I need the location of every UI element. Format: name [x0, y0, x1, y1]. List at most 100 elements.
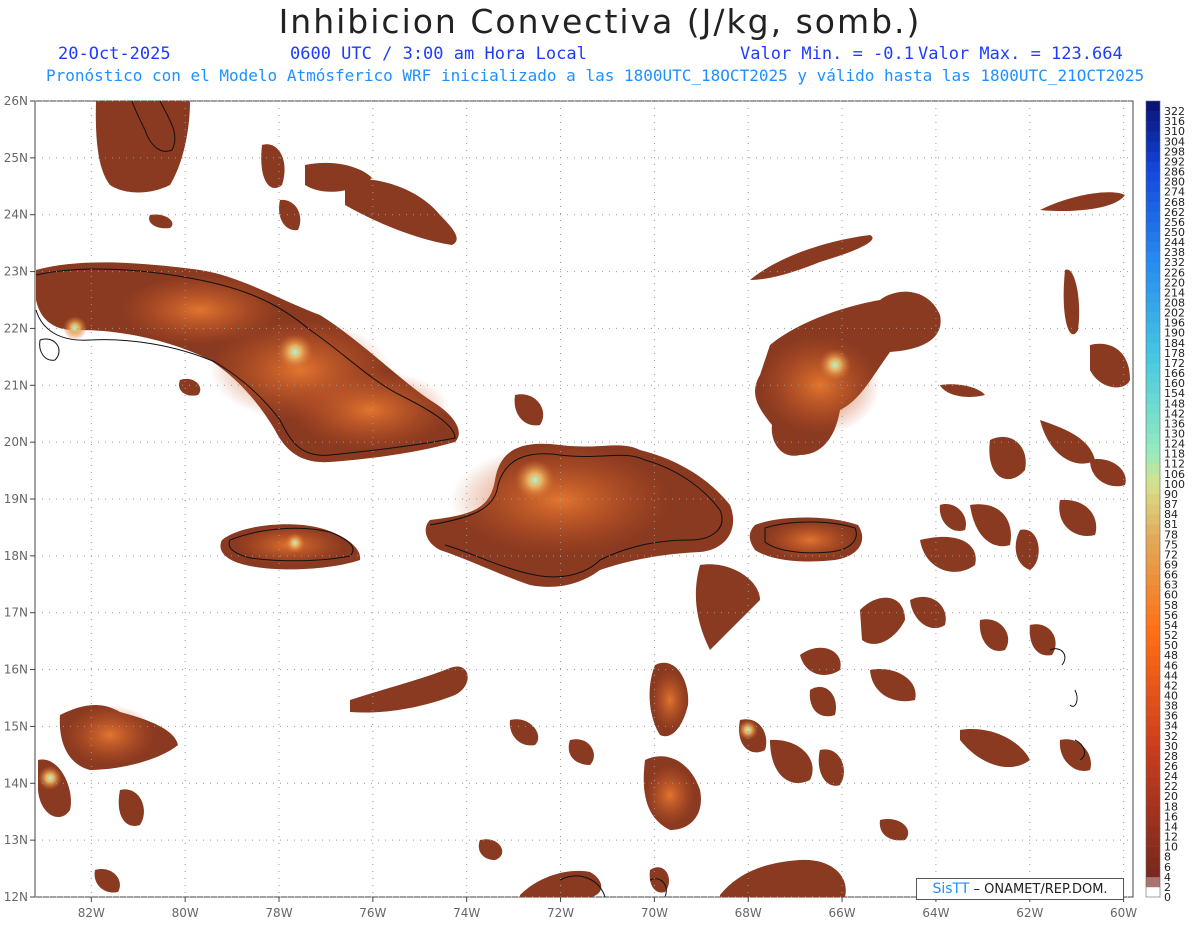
lat-tick-label: 12N [4, 890, 28, 904]
colorbar-swatch [1146, 504, 1160, 515]
colorbar-swatch [1146, 393, 1160, 404]
colorbar-swatch [1146, 675, 1160, 686]
lon-tick-label: 68W [735, 906, 762, 920]
lon-tick-label: 80W [172, 906, 199, 920]
colorbar-swatch [1146, 141, 1160, 152]
colorbar-swatch [1146, 312, 1160, 323]
lat-tick-label: 21N [4, 378, 28, 392]
colorbar-swatch [1146, 262, 1160, 273]
colorbar-swatch [1146, 443, 1160, 454]
colorbar-swatch [1146, 352, 1160, 364]
lon-tick-label: 62W [1016, 906, 1043, 920]
colorbar-swatch [1146, 856, 1160, 868]
colorbar-swatch [1146, 423, 1160, 434]
colorbar-swatch [1146, 413, 1160, 424]
colorbar-swatch [1146, 594, 1160, 606]
lat-tick-label: 19N [4, 492, 28, 506]
credit-box: SisTT – ONAMET/REP.DOM. [916, 878, 1124, 900]
lon-tick-label: 64W [922, 906, 949, 920]
colorbar-swatch [1146, 806, 1160, 817]
lat-tick-label: 14N [4, 776, 28, 790]
colorbar-swatch [1146, 282, 1160, 293]
lon-tick-label: 60W [1110, 906, 1137, 920]
latitude-axis: 12N 13N 14N 15N 16N 17N 18N 19N 20N 21N 22N 23N 24N 2… [4, 94, 35, 904]
colorbar-swatch [1146, 292, 1160, 303]
colorbar-swatch [1146, 695, 1160, 706]
colorbar-swatch [1146, 403, 1160, 414]
colorbar-swatch [1146, 745, 1160, 757]
colorbar-swatch [1146, 131, 1160, 142]
lat-tick-label: 17N [4, 606, 28, 620]
colorbar-swatch [1146, 121, 1160, 132]
colorbar-swatch [1146, 272, 1160, 283]
colorbar-swatch [1146, 483, 1160, 495]
lat-tick-label: 23N [4, 265, 28, 279]
colorbar-swatch [1146, 584, 1160, 596]
colorbar-swatch [1146, 725, 1160, 737]
lat-tick-label: 22N [4, 321, 28, 335]
map-canvas: 82W 80W 78W 76W 74W 72W 70W 68W 66W 64W 62W 60W 12N… [4, 94, 1185, 920]
colorbar-swatch [1146, 776, 1160, 787]
colorbar-swatch [1146, 796, 1160, 807]
colorbar-swatch [1146, 151, 1160, 162]
colorbar-swatch [1146, 211, 1160, 223]
longitude-axis: 82W 80W 78W 76W 74W 72W 70W 68W 66W 64W 62W 60W [78, 897, 1137, 920]
colorbar-swatch [1146, 453, 1160, 465]
lat-tick-label: 20N [4, 435, 28, 449]
colorbar-swatch [1146, 655, 1160, 666]
colorbar-swatch [1146, 373, 1160, 384]
colorbar-swatch [1146, 685, 1160, 696]
colorbar-swatch [1146, 826, 1160, 837]
colorbar: 0246810121416182022242628303234363840424… [1145, 100, 1185, 904]
colorbar-swatch [1146, 302, 1160, 313]
colorbar-swatch [1146, 755, 1160, 767]
colorbar-swatch [1146, 766, 1160, 777]
colorbar-swatch [1146, 544, 1160, 555]
colorbar-swatch [1146, 252, 1160, 263]
lat-tick-label: 24N [4, 208, 28, 222]
colorbar-swatch [1146, 846, 1160, 857]
colorbar-swatch [1146, 786, 1160, 797]
lon-tick-label: 74W [453, 906, 480, 920]
colorbar-swatch [1146, 433, 1160, 444]
colorbar-swatch [1146, 191, 1160, 203]
colorbar-swatch [1146, 876, 1160, 888]
colorbar-swatch [1146, 111, 1160, 122]
colorbar-swatch [1146, 242, 1160, 253]
colorbar-swatch [1146, 181, 1160, 192]
lat-tick-label: 25N [4, 151, 28, 165]
colorbar-swatch [1146, 231, 1160, 243]
colorbar-swatch [1146, 473, 1160, 485]
colorbar-swatch [1146, 665, 1160, 676]
colorbar-swatch [1146, 645, 1160, 656]
colorbar-swatch [1146, 493, 1160, 505]
lat-tick-label: 15N [4, 719, 28, 733]
colorbar-swatch [1146, 332, 1160, 344]
colorbar-swatch [1146, 604, 1160, 616]
lon-tick-label: 78W [265, 906, 292, 920]
colorbar-swatch [1146, 362, 1160, 374]
colorbar-swatch [1146, 514, 1160, 525]
colorbar-swatch [1146, 534, 1160, 545]
colorbar-swatch [1146, 161, 1160, 172]
colorbar-swatch [1146, 705, 1160, 716]
colorbar-swatch [1146, 624, 1160, 636]
colorbar-swatch [1146, 201, 1160, 213]
colorbar-swatch [1146, 383, 1160, 394]
sistt-logo: SisTT [932, 881, 970, 897]
colorbar-swatch [1146, 171, 1160, 182]
colorbar-swatch [1146, 221, 1160, 233]
lon-tick-label: 70W [641, 906, 668, 920]
lat-tick-label: 26N [4, 94, 28, 108]
colorbar-swatch [1146, 342, 1160, 354]
colorbar-swatch [1146, 735, 1160, 747]
colorbar-swatch [1146, 715, 1160, 727]
credit-text: – ONAMET/REP.DOM. [969, 882, 1108, 897]
colorbar-swatch [1146, 564, 1160, 575]
colorbar-label: 322 [1164, 105, 1185, 118]
colorbar-swatch [1146, 614, 1160, 626]
lat-tick-label: 16N [4, 663, 28, 677]
colorbar-swatch [1146, 574, 1160, 585]
colorbar-swatch [1146, 635, 1160, 646]
colorbar-swatch [1146, 322, 1160, 334]
